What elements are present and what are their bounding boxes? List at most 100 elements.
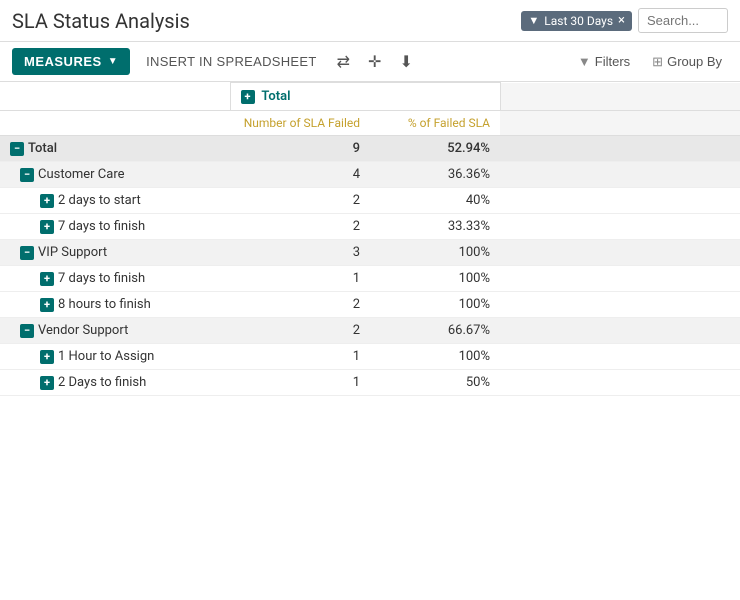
row-label-cell: −Vendor Support <box>0 318 230 344</box>
row-label: 8 hours to finish <box>58 297 151 312</box>
table-row: +8 hours to finish2100% <box>0 292 740 318</box>
row-num-cell: 1 <box>230 344 370 370</box>
row-pct-cell: 100% <box>370 292 500 318</box>
page-title: SLA Status Analysis <box>12 9 190 33</box>
row-pct-cell: 100% <box>370 344 500 370</box>
expand-icon[interactable]: + <box>40 298 54 312</box>
table-row: +2 days to start240% <box>0 188 740 214</box>
move-icon-button[interactable]: ✛ <box>364 50 385 74</box>
filters-label: Filters <box>595 54 630 69</box>
expand-icon[interactable]: + <box>40 350 54 364</box>
row-pct-cell: 33.33% <box>370 214 500 240</box>
table-row: +7 days to finish233.33% <box>0 214 740 240</box>
filters-button[interactable]: ▼ Filters <box>572 50 636 73</box>
filter-remove-icon[interactable]: × <box>618 14 625 27</box>
sla-table: + Total Number of SLA Failed % of Failed… <box>0 82 740 396</box>
filter-tag-label: Last 30 Days <box>544 14 613 28</box>
table-row: −VIP Support3100% <box>0 240 740 266</box>
row-pct-cell: 40% <box>370 188 500 214</box>
row-label: Vendor Support <box>38 323 128 338</box>
col-header-num: Number of SLA Failed <box>230 111 370 136</box>
row-pct-cell: 66.67% <box>370 318 500 344</box>
row-label: 2 days to start <box>58 193 141 208</box>
table-row: −Vendor Support266.67% <box>0 318 740 344</box>
groupby-label: Group By <box>667 54 722 69</box>
download-icon-button[interactable]: ⬇ <box>395 50 416 74</box>
collapse-icon[interactable]: − <box>20 324 34 338</box>
table-row: +2 Days to finish150% <box>0 370 740 396</box>
row-right-pad <box>500 188 740 214</box>
row-right-pad <box>500 344 740 370</box>
row-label-cell: +2 days to start <box>0 188 230 214</box>
row-label-cell: +7 days to finish <box>0 214 230 240</box>
expand-icon[interactable]: + <box>40 376 54 390</box>
row-num-cell: 2 <box>230 214 370 240</box>
row-right-pad <box>500 370 740 396</box>
row-pct-cell: 50% <box>370 370 500 396</box>
expand-icon[interactable]: + <box>40 220 54 234</box>
expand-icon[interactable]: + <box>40 272 54 286</box>
row-right-pad <box>500 214 740 240</box>
table-group-header-row: + Total <box>0 83 740 111</box>
row-pct-cell: 52.94% <box>370 136 500 162</box>
toolbar: MEASURES ▼ INSERT IN SPREADSHEET ⇄ ✛ ⬇ ▼… <box>0 42 740 82</box>
filter-tag[interactable]: ▼ Last 30 Days × <box>521 11 632 31</box>
empty-corner <box>0 83 230 111</box>
group-header-total: + Total <box>230 83 500 111</box>
col-header-pct: % of Failed SLA <box>370 111 500 136</box>
row-label-cell: +1 Hour to Assign <box>0 344 230 370</box>
total-expand-icon[interactable]: + <box>241 90 255 104</box>
row-label-cell: −Total <box>0 136 230 162</box>
filter-icon: ▼ <box>578 54 591 69</box>
dropdown-arrow-icon: ▼ <box>108 56 118 67</box>
row-num-cell: 2 <box>230 292 370 318</box>
search-input[interactable] <box>638 8 728 33</box>
header-controls: ▼ Last 30 Days × <box>521 8 728 33</box>
row-right-pad <box>500 318 740 344</box>
row-num-cell: 4 <box>230 162 370 188</box>
row-label: 7 days to finish <box>58 271 145 286</box>
table-row: −Customer Care436.36% <box>0 162 740 188</box>
row-label-cell: +8 hours to finish <box>0 292 230 318</box>
groupby-icon: ⊞ <box>652 54 663 70</box>
row-label: 2 Days to finish <box>58 375 146 390</box>
row-right-pad <box>500 136 740 162</box>
row-label: Total <box>28 141 57 156</box>
row-pct-cell: 100% <box>370 266 500 292</box>
insert-spreadsheet-button[interactable]: INSERT IN SPREADSHEET <box>140 50 323 73</box>
right-pad-header <box>500 83 740 111</box>
collapse-icon[interactable]: − <box>20 168 34 182</box>
table-container: + Total Number of SLA Failed % of Failed… <box>0 82 740 590</box>
swap-icon-button[interactable]: ⇄ <box>333 50 354 74</box>
row-label-cell: +7 days to finish <box>0 266 230 292</box>
row-right-pad <box>500 162 740 188</box>
table-col-header-row: Number of SLA Failed % of Failed SLA <box>0 111 740 136</box>
row-pct-cell: 100% <box>370 240 500 266</box>
row-label: Customer Care <box>38 167 125 182</box>
page-header: SLA Status Analysis ▼ Last 30 Days × <box>0 0 740 42</box>
row-label: 7 days to finish <box>58 219 145 234</box>
row-pct-cell: 36.36% <box>370 162 500 188</box>
table-row: +1 Hour to Assign1100% <box>0 344 740 370</box>
row-label-cell: −VIP Support <box>0 240 230 266</box>
row-label-cell: −Customer Care <box>0 162 230 188</box>
measures-label: MEASURES <box>24 54 102 69</box>
collapse-icon[interactable]: − <box>20 246 34 260</box>
label-col-header <box>0 111 230 136</box>
row-label: 1 Hour to Assign <box>58 349 154 364</box>
table-row: +7 days to finish1100% <box>0 266 740 292</box>
row-num-cell: 3 <box>230 240 370 266</box>
funnel-icon: ▼ <box>528 14 539 27</box>
row-num-cell: 1 <box>230 266 370 292</box>
row-num-cell: 2 <box>230 318 370 344</box>
groupby-button[interactable]: ⊞ Group By <box>646 50 728 74</box>
group-header-label: Total <box>261 89 290 104</box>
right-pad-col-header <box>500 111 740 136</box>
row-right-pad <box>500 240 740 266</box>
collapse-icon[interactable]: − <box>10 142 24 156</box>
measures-button[interactable]: MEASURES ▼ <box>12 48 130 75</box>
expand-icon[interactable]: + <box>40 194 54 208</box>
row-label: VIP Support <box>38 245 107 260</box>
row-label-cell: +2 Days to finish <box>0 370 230 396</box>
row-num-cell: 9 <box>230 136 370 162</box>
